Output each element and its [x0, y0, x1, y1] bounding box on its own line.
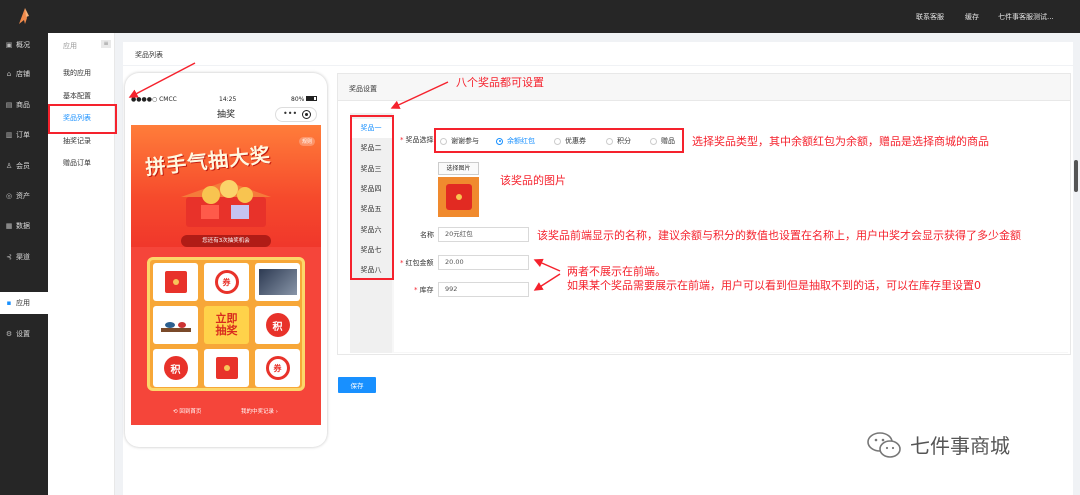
more-icon[interactable]: •••: [283, 109, 297, 118]
panel-header: 奖品设置: [338, 74, 1070, 101]
watermark-text: 七件事商城: [910, 434, 1010, 458]
annotation-type: 选择奖品类型，其中余额红包为余额，赠品是选择商城的商品: [692, 135, 989, 148]
red-packet-icon: [164, 271, 187, 293]
scrollbar-thumb[interactable]: [1074, 160, 1078, 192]
phone-status-bar: ●●●●○ CMCC 14:25 80%: [131, 95, 321, 104]
close-target-icon[interactable]: [302, 110, 311, 119]
points-icon: 积: [265, 313, 290, 337]
wechat-icon: [867, 431, 901, 458]
prize-cell: 券: [204, 263, 249, 301]
sidebar-item-settings[interactable]: ⚙ 设置: [0, 323, 48, 345]
sidebar-item-channels[interactable]: ⊰ 渠道: [0, 246, 48, 268]
contact-support-link[interactable]: 联系客服: [916, 12, 944, 22]
subnav-item-my-apps[interactable]: 我的应用: [63, 68, 91, 78]
sidebar-item-members[interactable]: ♙ 会员: [0, 155, 48, 177]
channel-icon: ⊰: [6, 253, 12, 261]
prize-cell: [255, 263, 300, 301]
draw-button[interactable]: 立即抽奖: [204, 306, 249, 344]
my-records-link[interactable]: 我的中奖记录 ›: [241, 407, 278, 415]
sidebar-item-store[interactable]: ⌂ 店铺: [0, 63, 48, 85]
top-bar: 联系客服 缓存 七件事客服测试...: [0, 0, 1080, 33]
watermark: 七件事商城: [866, 430, 1010, 459]
highlight-prize-type: [434, 128, 684, 153]
stock-input[interactable]: 992: [438, 282, 529, 297]
panel-title: 奖品设置: [349, 85, 377, 93]
member-icon: ♙: [5, 162, 13, 170]
main-sidebar: ▣ 概况 ⌂ 店铺 ▤ 商品 ▥ 订单 ♙ 会员 ◎ 资产 ▦ 数据 ⊰ 渠道 ▪ 应用 ⚙ 设置: [0, 33, 48, 495]
battery-icon: [306, 96, 317, 101]
sidebar-item-orders[interactable]: ▥ 订单: [0, 124, 48, 146]
annotation-name: 该奖品前端显示的名称，建议余额与积分的数值也设置在名称上，用户中奖才会显示获得了…: [537, 229, 1021, 242]
store-icon: ⌂: [6, 70, 12, 78]
stock-label: * 库存: [414, 286, 434, 294]
subnav-item-basic-config[interactable]: 基本配置: [63, 91, 91, 101]
annotation-pic: 该奖品的图片: [500, 174, 566, 187]
dashboard-icon: ▣: [5, 41, 13, 49]
prize-type-label: * 奖品选择: [400, 136, 434, 144]
prize-grid: 券 立即抽奖 积 积 券: [147, 257, 305, 391]
prize-name-input[interactable]: 20元红包: [438, 227, 529, 242]
draw-button-label: 立即抽奖: [215, 312, 238, 337]
asset-icon: ◎: [5, 192, 13, 200]
back-home-link[interactable]: ⟲ 回到首页: [173, 407, 201, 415]
remaining-chances: 您还有3次抽奖机会: [181, 235, 271, 247]
sidebar-item-data[interactable]: ▦ 数据: [0, 215, 48, 237]
red-packet-amount-input[interactable]: 20.00: [438, 255, 529, 270]
points-icon: 积: [163, 356, 188, 380]
sidebar-item-apps[interactable]: ▪ 应用: [0, 292, 48, 314]
save-button[interactable]: 保存: [338, 377, 376, 393]
treasure-chest-icon: [181, 180, 271, 227]
sidebar-item-overview[interactable]: ▣ 概况: [0, 34, 48, 56]
annotation-stock: 如果某个奖品需要展示在前端，用户可以看到但是抽取不到的话，可以在库存里设置0: [567, 279, 981, 292]
prize-cell: [204, 349, 249, 387]
teaware-product-image: [160, 322, 191, 332]
prize-cell: [153, 306, 198, 344]
annotation-all-prizes: 八个奖品都可设置: [456, 76, 544, 89]
sub-sidebar: 应用 ≡ 我的应用 基本配置 奖品列表 抽奖记录 赠品订单: [48, 33, 115, 495]
logo-icon: [19, 8, 29, 24]
prize-cell: 积: [255, 306, 300, 344]
prize-cell: 积: [153, 349, 198, 387]
settings-icon: ⚙: [5, 330, 13, 338]
amount-label: * 红包金额: [400, 259, 434, 267]
lottery-banner: 拼手气抽大奖 规则 您还有3次抽奖机会: [131, 125, 321, 247]
battery-label: 80%: [291, 96, 305, 103]
subnav-item-gift-orders[interactable]: 赠品订单: [63, 158, 91, 168]
data-icon: ▦: [5, 222, 13, 230]
coupon-icon: 券: [265, 356, 290, 380]
coupon-icon: 券: [214, 270, 239, 294]
carrier-label: ●●●●○ CMCC: [131, 96, 177, 103]
subnav-heading: 应用: [63, 42, 77, 50]
sidebar-item-goods[interactable]: ▤ 商品: [0, 94, 48, 116]
subnav-item-draw-records[interactable]: 抽奖记录: [63, 136, 91, 146]
red-packet-icon: [445, 184, 472, 210]
account-menu[interactable]: 七件事客服测试...: [998, 12, 1054, 22]
prize-cell: 券: [255, 349, 300, 387]
order-icon: ▥: [5, 131, 13, 139]
highlight-prize-tabs: [350, 115, 394, 280]
highlight-prize-list: [48, 104, 117, 134]
name-label: 名称: [420, 231, 434, 239]
collapse-icon[interactable]: ≡: [101, 40, 111, 48]
mini-program-capsule[interactable]: •••: [275, 107, 317, 122]
lottery-page: 拼手气抽大奖 规则 您还有3次抽奖机会 券 立即抽奖 积 积 券 ⟲ 回到首页 …: [131, 125, 321, 425]
sidebar-item-assets[interactable]: ◎ 资产: [0, 185, 48, 207]
apps-icon: ▪: [6, 299, 12, 307]
gift-product-image: [258, 269, 297, 295]
choose-image-button[interactable]: 选择图片: [438, 162, 479, 175]
breadcrumb-current: 奖品列表: [135, 51, 163, 59]
cache-link[interactable]: 缓存: [965, 12, 979, 22]
breadcrumb: 奖品列表: [123, 42, 1073, 65]
prize-image-thumbnail[interactable]: [438, 177, 479, 217]
prize-cell: [153, 263, 198, 301]
clock-label: 14:25: [219, 96, 237, 103]
goods-icon: ▤: [5, 101, 13, 109]
rule-button[interactable]: 规则: [299, 137, 316, 146]
red-packet-icon: [215, 357, 238, 379]
